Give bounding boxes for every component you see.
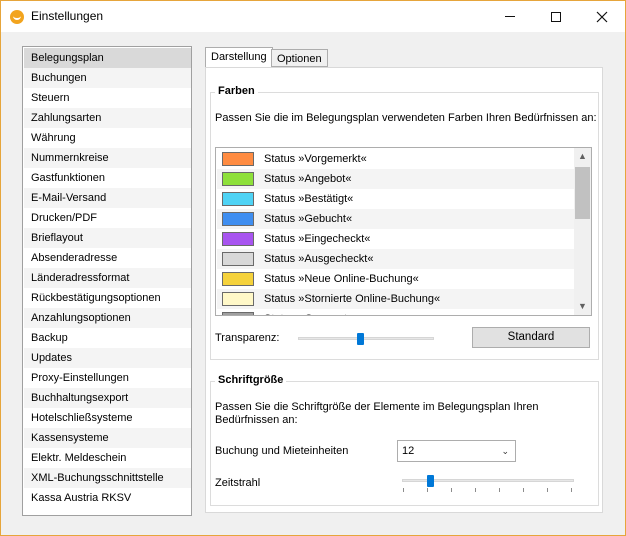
color-row[interactable]: Status »Vorgemerkt« (217, 149, 576, 169)
transparency-slider-track[interactable] (298, 337, 434, 340)
sidebar-item-kassensysteme[interactable]: Kassensysteme (24, 428, 191, 448)
sidebar-item-gastfunktionen[interactable]: Gastfunktionen (24, 168, 191, 188)
sidebar-item-proxy-einstellungen[interactable]: Proxy-Einstellungen (24, 368, 191, 388)
color-row[interactable]: Status »Angebot« (217, 169, 576, 189)
sidebar-item-rückbestätigungsoptionen[interactable]: Rückbestätigungsoptionen (24, 288, 191, 308)
color-swatch[interactable] (222, 232, 254, 246)
scroll-up-icon[interactable]: ▲ (574, 148, 591, 165)
timeline-slider-tick (547, 488, 548, 492)
color-row[interactable]: Status »Eingecheckt« (217, 229, 576, 249)
sidebar-item-backup[interactable]: Backup (24, 328, 191, 348)
timeline-slider-tick (523, 488, 524, 492)
close-icon (596, 11, 608, 22)
timeline-slider-tick (451, 488, 452, 492)
color-row-label: Status »Gebucht« (264, 213, 353, 225)
status-color-list[interactable]: Status »Gesperrt« Status »Stornierte Onli… (215, 147, 592, 316)
settings-window: Einstellungen Belegungsplan Buchungen Steu… (0, 0, 626, 536)
chevron-down-icon: ⌄ (501, 446, 509, 456)
sidebar-item-hotelschließsysteme[interactable]: Hotelschließsysteme (24, 408, 191, 428)
sidebar-item-xml-buchungsschnittstelle[interactable]: XML-Buchungsschnittstelle (24, 468, 191, 488)
color-row-label: Status »Bestätigt« (264, 193, 354, 205)
window-title: Einstellungen (31, 9, 104, 23)
color-row-label: Status »Neue Online-Buchung« (264, 273, 419, 285)
tab-optionen[interactable]: Optionen (271, 49, 328, 67)
booking-font-size-select[interactable]: 12 ⌄ (397, 440, 516, 462)
transparency-label: Transparenz: (215, 332, 280, 344)
color-row-label: Status »Angebot« (264, 173, 352, 185)
color-swatch[interactable] (222, 292, 254, 306)
close-button[interactable] (579, 1, 625, 32)
color-row[interactable]: Status »Stornierte Online-Buchung« (217, 289, 576, 309)
font-size-group-title: Schriftgröße (215, 374, 287, 386)
timeline-slider-tick (571, 488, 572, 492)
color-row-label: Status »Vorgemerkt« (264, 153, 367, 165)
settings-category-list[interactable]: Belegungsplan Buchungen Steuern Zahlungsart… (22, 46, 192, 516)
booking-font-label: Buchung und Mieteinheiten (215, 445, 349, 457)
sidebar-item-elektr-meldeschein[interactable]: Elektr. Meldeschein (24, 448, 191, 468)
maximize-button[interactable] (533, 1, 579, 32)
color-row-label: Status »Gesperrt« (264, 313, 353, 315)
color-swatch[interactable] (222, 272, 254, 286)
sidebar-item-steuern[interactable]: Steuern (24, 88, 191, 108)
booking-font-size-value: 12 (402, 445, 415, 457)
timeline-slider-tick (403, 488, 404, 492)
maximize-icon (551, 11, 561, 22)
transparency-slider-thumb[interactable] (356, 333, 364, 345)
color-list-scrollbar[interactable]: ▲ ▼ (574, 148, 591, 315)
sidebar-item-brieflayout[interactable]: Brieflayout (24, 228, 191, 248)
color-row-label: Status »Stornierte Online-Buchung« (264, 293, 441, 305)
color-row[interactable]: Status »Gebucht« (217, 209, 576, 229)
timeline-slider-tick (427, 488, 428, 492)
scroll-thumb[interactable] (575, 167, 590, 219)
color-row-label: Status »Ausgecheckt« (264, 253, 374, 265)
sidebar-item-belegungsplan[interactable]: Belegungsplan (24, 48, 191, 68)
timeline-font-label: Zeitstrahl (215, 477, 261, 489)
app-logo-icon (10, 10, 24, 24)
color-swatch[interactable] (222, 152, 254, 166)
font-size-description-line2: Bedürfnissen an: (215, 414, 298, 426)
sidebar-item-e-mail-versand[interactable]: E-Mail-Versand (24, 188, 191, 208)
scroll-down-icon[interactable]: ▼ (574, 298, 591, 315)
minimize-icon (505, 16, 515, 17)
color-swatch[interactable] (222, 312, 254, 315)
color-row[interactable]: Status »Ausgecheckt« (217, 249, 576, 269)
color-row-label: Status »Eingecheckt« (264, 233, 371, 245)
font-size-description-line1: Passen Sie die Schriftgröße der Elemente… (215, 401, 539, 413)
timeline-slider-tick (499, 488, 500, 492)
color-row[interactable]: Status »Gesperrt« (217, 309, 576, 315)
sidebar-item-anzahlungsoptionen[interactable]: Anzahlungsoptionen (24, 308, 191, 328)
sidebar-item-zahlungsarten[interactable]: Zahlungsarten (24, 108, 191, 128)
sidebar-item-buchungen[interactable]: Buchungen (24, 68, 191, 88)
colors-description: Passen Sie die im Belegungsplan verwende… (215, 112, 597, 124)
sidebar-item-nummernkreise[interactable]: Nummernkreise (24, 148, 191, 168)
color-row[interactable]: Status »Neue Online-Buchung« (217, 269, 576, 289)
timeline-slider-thumb[interactable] (426, 475, 434, 487)
color-row[interactable]: Status »Bestätigt« (217, 189, 576, 209)
color-swatch[interactable] (222, 252, 254, 266)
sidebar-item-absenderadresse[interactable]: Absenderadresse (24, 248, 191, 268)
sidebar-item-updates[interactable]: Updates (24, 348, 191, 368)
sidebar-item-kassa-austria-rksv[interactable]: Kassa Austria RKSV (24, 488, 191, 508)
sidebar-item-buchhaltungsexport[interactable]: Buchhaltungsexport (24, 388, 191, 408)
timeline-slider-tick (475, 488, 476, 492)
minimize-button[interactable] (487, 1, 533, 32)
title-bar[interactable]: Einstellungen (1, 1, 625, 32)
color-swatch[interactable] (222, 212, 254, 226)
sidebar-item-drucken-pdf[interactable]: Drucken/PDF (24, 208, 191, 228)
colors-group-title: Farben (215, 85, 258, 97)
sidebar-item-währung[interactable]: Währung (24, 128, 191, 148)
sidebar-item-länderadressformat[interactable]: Länderadressformat (24, 268, 191, 288)
color-swatch[interactable] (222, 172, 254, 186)
color-swatch[interactable] (222, 192, 254, 206)
standard-button[interactable]: Standard (472, 327, 590, 348)
tab-darstellung[interactable]: Darstellung (205, 47, 273, 69)
